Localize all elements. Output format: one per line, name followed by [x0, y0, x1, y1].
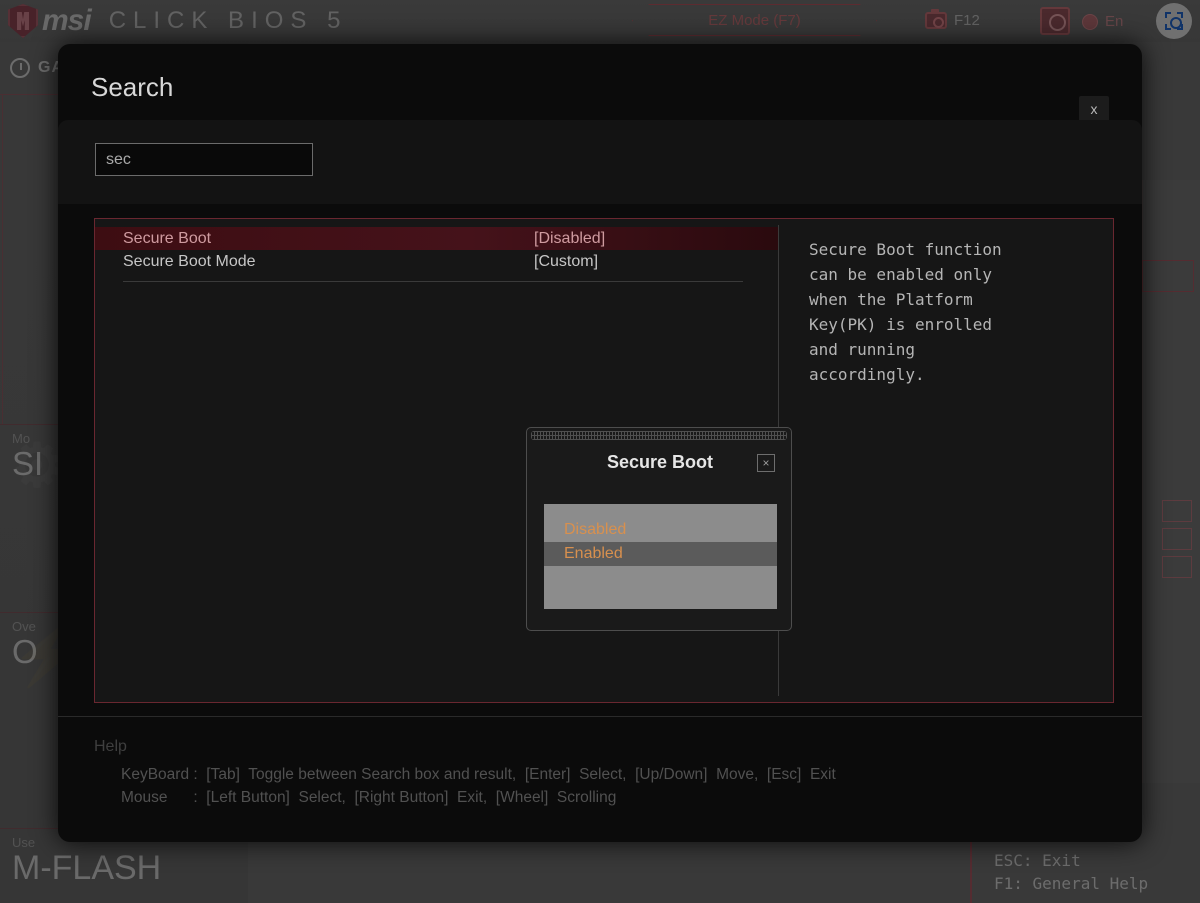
popup-option-enabled[interactable]: Enabled	[544, 542, 777, 566]
bios-screen: msi CLICK BIOS 5 EZ Mode (F7) F12 En ⚙ M…	[0, 0, 1200, 903]
search-dialog: Search x sec Secure Boot [Disabled] Secu…	[58, 44, 1142, 842]
footer-keyboard-hints: KeyBoard : [Tab] Toggle between Search b…	[121, 766, 836, 783]
footer-divider	[58, 716, 1142, 717]
search-dialog-title: Search	[91, 72, 174, 102]
search-bar: sec	[58, 120, 1142, 204]
result-name: Secure Boot Mode	[123, 252, 256, 270]
footer-help-label: Help	[94, 738, 127, 755]
popup-option-disabled[interactable]: Disabled	[544, 518, 777, 542]
result-value: [Custom]	[534, 252, 599, 270]
help-description: Secure Boot function can be enabled only…	[809, 240, 1002, 384]
results-separator	[123, 281, 743, 282]
popup-option-list: Disabled Enabled	[544, 504, 777, 609]
popup-drag-handle[interactable]	[531, 431, 787, 440]
popup-title: Secure Boot	[606, 452, 714, 472]
result-name: Secure Boot	[123, 229, 212, 247]
popup-close-icon[interactable]: ×	[757, 454, 775, 472]
search-dialog-close-button[interactable]: x	[1079, 96, 1109, 122]
table-row[interactable]: Secure Boot Mode [Custom]	[95, 250, 778, 273]
footer-mouse-hints: Mouse : [Left Button] Select, [Right But…	[121, 789, 617, 806]
secure-boot-popup: Secure Boot × Disabled Enabled	[526, 427, 792, 631]
table-row[interactable]: Secure Boot [Disabled]	[95, 227, 778, 250]
result-value: [Disabled]	[534, 229, 606, 247]
search-input[interactable]: sec	[95, 143, 313, 176]
